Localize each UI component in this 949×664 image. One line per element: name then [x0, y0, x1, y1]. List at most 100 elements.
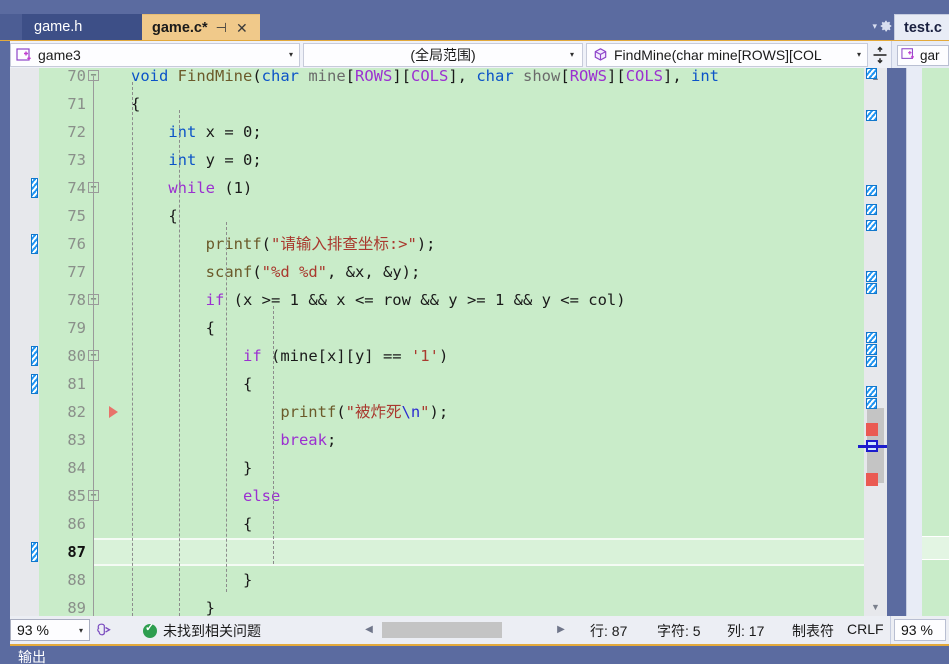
zoom-level-value: 93 % — [17, 622, 49, 638]
horizontal-scrollbar[interactable]: ◀ ▶ — [360, 619, 570, 641]
trace-point-icon[interactable] — [109, 406, 118, 418]
caret-position-line — [858, 445, 888, 448]
code-line[interactable]: 77 scanf("%d %d", &x, &y); — [39, 258, 864, 286]
unsaved-change-marker — [31, 542, 38, 562]
code-line[interactable]: 85 else — [39, 482, 864, 510]
unsaved-change-marker — [31, 346, 38, 366]
zoom-level-dropdown[interactable]: 93 % ▾ — [10, 619, 90, 641]
scroll-left-arrow[interactable]: ◀ — [360, 619, 378, 641]
line-number: 70 — [67, 68, 86, 85]
line-number: 71 — [67, 95, 86, 113]
line-text: int y = 0; — [168, 151, 262, 169]
code-line[interactable]: 86 { — [39, 510, 864, 538]
line-text: { — [131, 319, 215, 337]
tab-game-c[interactable]: game.c* ⊣ ✕ — [142, 14, 260, 40]
change-marker — [866, 204, 877, 215]
pin-icon[interactable]: ⊣ — [216, 21, 227, 34]
chevron-down-icon[interactable]: ▾ — [851, 51, 867, 59]
editor-tab-strip: game.h game.c* ⊣ ✕ ▾ test.c — [0, 0, 949, 40]
change-marker — [866, 356, 877, 367]
line-text: } — [131, 459, 253, 477]
chevron-down-icon[interactable]: ▾ — [73, 626, 89, 635]
code-line[interactable]: 72 int x = 0; — [39, 118, 864, 146]
tab-game-h[interactable]: game.h — [22, 14, 142, 40]
code-line[interactable]: 83 break; — [39, 426, 864, 454]
line-number: 83 — [67, 431, 86, 449]
code-line[interactable]: 74 while (1) — [39, 174, 864, 202]
change-marker — [866, 271, 877, 282]
split-window-icon[interactable] — [870, 45, 890, 65]
line-number: 72 — [67, 123, 86, 141]
chevron-down-icon[interactable]: ▾ — [872, 22, 877, 31]
line-number: 78 — [67, 291, 86, 309]
scope-dropdown[interactable]: (全局范围) ▾ — [303, 43, 583, 67]
indent-guide — [179, 110, 180, 616]
navbar-left-edge — [0, 41, 10, 69]
right-dock-tab-strip: test.c — [894, 0, 949, 40]
editor-indicator-margin[interactable] — [10, 68, 39, 616]
member-dropdown-value: FindMine(char mine[ROWS][COL — [614, 47, 822, 63]
visual-studio-window: game.h game.c* ⊣ ✕ ▾ test.c game3 ▾ (全局范… — [0, 0, 949, 664]
line-text: if (x >= 1 && x <= row && y >= 1 && y <=… — [205, 291, 626, 309]
line-text: else — [242, 487, 281, 505]
line-text: printf("被炸死\n"); — [280, 403, 449, 421]
line-number: 85 — [67, 487, 86, 505]
scroll-right-arrow[interactable]: ▶ — [552, 619, 570, 641]
horizontal-scrollbar-thumb[interactable] — [382, 622, 502, 638]
unsaved-change-marker — [31, 374, 38, 394]
code-line[interactable]: 76 printf("请输入排查坐标:>"); — [39, 230, 864, 258]
line-number: 74 — [67, 179, 86, 197]
member-dropdown[interactable]: FindMine(char mine[ROWS][COL ▾ — [586, 43, 868, 67]
code-line[interactable]: 84 } — [39, 454, 864, 482]
method-cube-icon — [592, 47, 609, 63]
gear-icon[interactable] — [879, 19, 893, 33]
intellicode-brain-icon[interactable] — [95, 621, 113, 639]
code-line[interactable]: 89 } — [39, 594, 864, 616]
code-text-area[interactable]: 70 void FindMine(char mine[ROWS][COLS], c… — [39, 68, 864, 616]
line-number: 75 — [67, 207, 86, 225]
right-pane-project-value: gar — [920, 47, 940, 63]
line-number: 80 — [67, 347, 86, 365]
line-text: void FindMine(char mine[ROWS][COLS], cha… — [131, 68, 720, 85]
right-pane-zoom-dropdown[interactable]: 93 % — [894, 619, 946, 641]
bottom-dock-output-tab[interactable]: 输出 — [18, 647, 46, 664]
unsaved-change-marker — [31, 234, 38, 254]
close-icon[interactable]: ✕ — [236, 21, 248, 35]
tab-test-c-label: test.c — [904, 19, 942, 36]
code-line[interactable]: 88 } — [39, 566, 864, 594]
project-dropdown[interactable]: game3 ▾ — [10, 43, 300, 67]
tab-test-c[interactable]: test.c — [894, 14, 949, 40]
code-line[interactable]: 79 { — [39, 314, 864, 342]
code-line[interactable]: 73 int y = 0; — [39, 146, 864, 174]
error-marker — [866, 423, 878, 436]
line-number: 77 — [67, 263, 86, 281]
code-line[interactable]: 82 printf("被炸死\n"); — [39, 398, 864, 426]
chevron-down-icon[interactable]: ▾ — [283, 51, 299, 59]
project-icon — [16, 47, 33, 63]
line-text: } — [131, 599, 215, 616]
scroll-down-arrow[interactable]: ▼ — [864, 598, 887, 616]
status-indent-mode[interactable]: 制表符 — [792, 621, 834, 641]
right-pane-current-line — [922, 536, 949, 560]
vertical-scrollbar[interactable]: ▲ ▼ — [858, 68, 888, 616]
code-line[interactable]: 70 void FindMine(char mine[ROWS][COLS], c… — [39, 68, 864, 90]
line-number: 73 — [67, 151, 86, 169]
code-line[interactable]: 75 { — [39, 202, 864, 230]
indent-guide — [273, 306, 274, 564]
right-pane-project-dropdown[interactable]: gar — [897, 44, 949, 66]
bottom-dock-panel: 输出 — [0, 644, 949, 664]
status-bar-left-edge — [0, 616, 10, 644]
code-line[interactable]: 78 if (x >= 1 && x <= row && y >= 1 && y… — [39, 286, 864, 314]
status-line-number: 行: 87 — [590, 623, 628, 639]
code-line[interactable]: 80 if (mine[x][y] == '1') — [39, 342, 864, 370]
current-line-highlight — [94, 538, 864, 566]
line-text: { — [131, 375, 253, 393]
status-line-endings[interactable]: CRLF — [847, 621, 884, 637]
chevron-down-icon[interactable]: ▾ — [564, 51, 580, 59]
change-marker — [866, 220, 877, 231]
code-line[interactable]: 81 { — [39, 370, 864, 398]
tab-strip-left-edge — [0, 14, 22, 40]
code-line[interactable]: 71 { — [39, 90, 864, 118]
code-line[interactable]: 87 — [39, 538, 864, 566]
editor-navigation-bar: game3 ▾ (全局范围) ▾ FindMine(char mine[ROWS… — [0, 40, 949, 69]
